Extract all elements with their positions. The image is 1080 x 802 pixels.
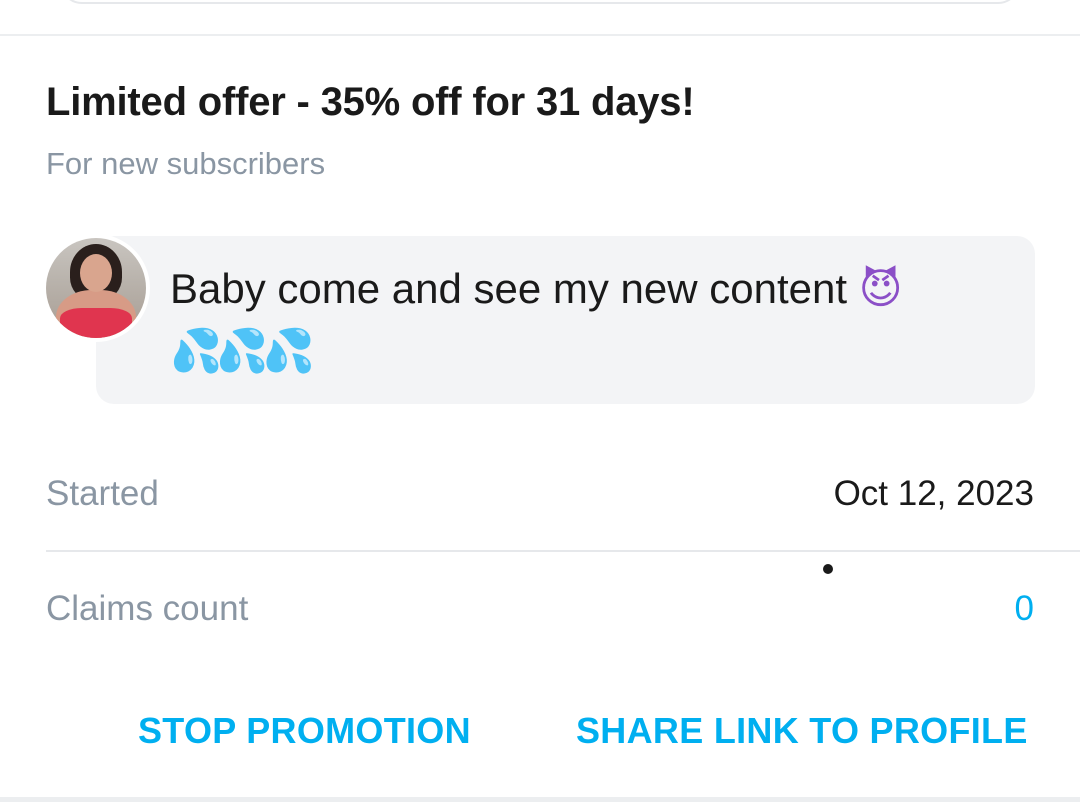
avatar[interactable] — [42, 234, 150, 342]
row-divider — [46, 550, 1080, 552]
stop-promotion-button[interactable]: STOP PROMOTION — [138, 710, 471, 752]
claims-count-value[interactable]: 0 — [1015, 589, 1034, 629]
offer-subtitle: For new subscribers — [46, 146, 326, 181]
top-divider — [0, 34, 1080, 36]
share-link-to-profile-button[interactable]: SHARE LINK TO PROFILE — [576, 710, 1028, 752]
promotion-message-text: Baby come and see my new content — [170, 265, 859, 312]
offer-title: Limited offer - 35% off for 31 days! — [46, 80, 695, 124]
started-label: Started — [46, 474, 159, 513]
avatar-photo — [46, 238, 146, 338]
started-value: Oct 12, 2023 — [833, 474, 1034, 513]
promotion-card: Limited offer - 35% off for 31 days! For… — [0, 0, 1080, 802]
claims-count-label: Claims count — [46, 589, 249, 628]
top-input-pill[interactable] — [60, 0, 1020, 4]
bottom-divider — [0, 797, 1080, 802]
sweat-droplets-icon: 💦💦💦 — [170, 326, 315, 375]
smiling-face-with-horns-icon: 😈 — [858, 264, 903, 313]
dot-indicator — [823, 564, 833, 574]
promotion-message: Baby come and see my new content 😈 💦💦💦 — [170, 258, 990, 382]
